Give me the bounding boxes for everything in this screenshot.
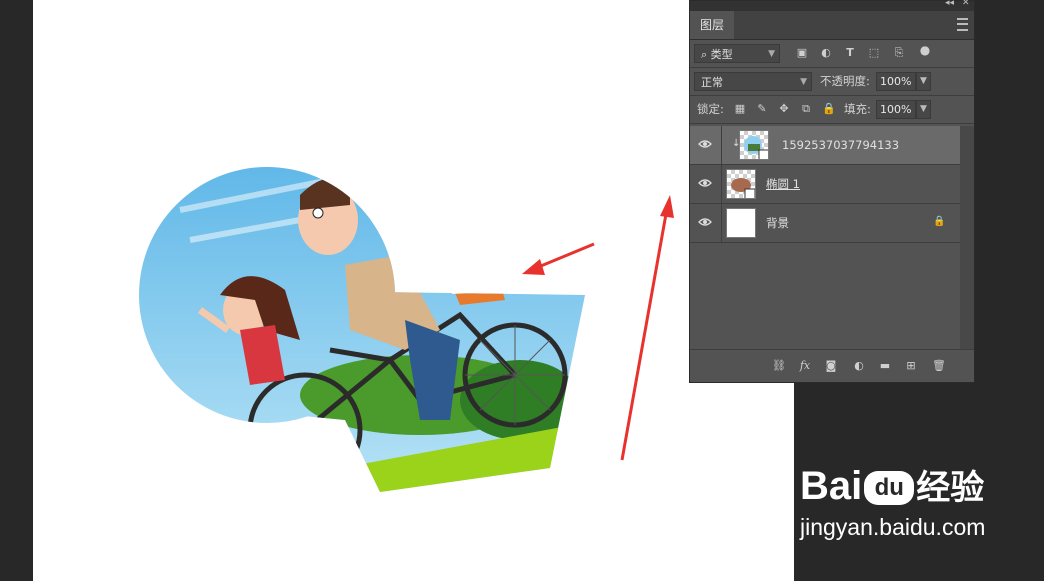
chevron-down-icon: ▼	[800, 77, 807, 87]
filter-kind-select[interactable]: ⌕ 类型 ▼	[694, 44, 780, 63]
lock-position-icon[interactable]: ✥	[778, 103, 790, 115]
lock-paint-icon[interactable]: ✎	[756, 103, 768, 115]
fill-dropdown[interactable]: ▼	[916, 100, 931, 119]
add-mask-icon[interactable]: ◙	[824, 359, 838, 373]
watermark-brand-text: Bai	[800, 464, 863, 508]
panel-tab-row: 图层	[690, 11, 974, 40]
lock-all-icon[interactable]: 🔒	[822, 103, 836, 115]
delete-layer-icon[interactable]: 🗑	[932, 359, 946, 373]
eye-icon[interactable]	[698, 138, 712, 150]
type-filter-icon[interactable]: T	[844, 47, 856, 59]
filter-kind-label: 类型	[710, 48, 733, 61]
blend-mode-select[interactable]: 正常 ▼	[694, 72, 812, 91]
layer-row-ellipse[interactable]: 椭圆 1	[690, 165, 960, 204]
watermark-suffix: 经验	[916, 468, 985, 508]
lock-artboard-icon[interactable]: ⧉	[800, 103, 812, 115]
link-layers-icon[interactable]: ⛓	[772, 359, 786, 373]
layer-row-smart-object[interactable]: ↓ 1592537037794133	[690, 126, 960, 165]
layer-name[interactable]: 1592537037794133	[782, 126, 899, 164]
blend-row: 正常 ▼ 不透明度: 100% ▼	[690, 68, 974, 96]
fill-field[interactable]: 100%	[876, 100, 916, 119]
blend-mode-label: 正常	[701, 76, 723, 89]
eye-icon[interactable]	[698, 216, 712, 228]
baidu-paw-logo: du	[864, 471, 915, 506]
baidu-watermark: Bai du 经验 jingyan.baidu.com	[800, 466, 985, 540]
layer-thumbnail	[739, 130, 769, 160]
layer-row-background[interactable]: 背景 🔒	[690, 204, 960, 243]
panel-menu-icon[interactable]	[957, 18, 968, 31]
search-icon: ⌕	[701, 48, 711, 61]
filter-toggle-icon[interactable]: ●	[919, 44, 931, 56]
layer-thumbnail	[726, 208, 756, 238]
clipped-illustration[interactable]	[0, 0, 794, 581]
panel-titlebar: ◂◂ ✕	[690, 0, 974, 11]
lock-label: 锁定:	[697, 102, 724, 116]
layers-scrollbar[interactable]	[960, 126, 974, 350]
close-icon[interactable]: ✕	[962, 0, 970, 8]
opacity-field[interactable]: 100%	[876, 72, 916, 91]
opacity-dropdown[interactable]: ▼	[916, 72, 931, 91]
panel-bottom-toolbar: ⛓ fx ◙ ◐ ▬ ⊞ 🗑	[690, 349, 974, 382]
fill-label: 填充:	[844, 102, 871, 116]
smart-object-filter-icon[interactable]: ⎘	[893, 47, 905, 59]
new-group-icon[interactable]: ▬	[878, 359, 892, 373]
watermark-url: jingyan.baidu.com	[800, 514, 986, 540]
adjustment-layer-icon[interactable]: ◐	[852, 359, 866, 373]
lock-row: 锁定: ▦ ✎ ✥ ⧉ 🔒 填充: 100% ▼	[690, 96, 974, 124]
tab-layers[interactable]: 图层	[690, 11, 734, 39]
filter-row: ⌕ 类型 ▼ ▣ ◐ T ⬚ ⎘ ●	[690, 40, 974, 68]
lock-icon: 🔒	[933, 216, 946, 227]
image-filter-icon[interactable]: ▣	[796, 47, 808, 59]
chevron-down-icon: ▼	[768, 49, 775, 59]
watermark-brand: Bai du 经验	[800, 466, 985, 508]
layers-panel: ◂◂ ✕ 图层 ⌕ 类型 ▼ ▣ ◐ T ⬚ ⎘ ● 正常 ▼ 不透明度: 10…	[689, 0, 975, 383]
fx-icon[interactable]: fx	[798, 359, 812, 373]
new-layer-icon[interactable]: ⊞	[904, 359, 918, 373]
layer-name[interactable]: 椭圆 1	[766, 165, 800, 203]
collapse-icon[interactable]: ◂◂	[945, 0, 954, 8]
adjustment-filter-icon[interactable]: ◐	[820, 47, 832, 59]
layer-thumbnail	[726, 169, 756, 199]
eye-icon[interactable]	[698, 177, 712, 189]
opacity-label: 不透明度:	[820, 74, 870, 88]
shape-filter-icon[interactable]: ⬚	[868, 47, 880, 59]
layer-name[interactable]: 背景	[766, 204, 789, 242]
layers-list: ↓ 1592537037794133 椭圆 1 背景 🔒	[690, 126, 960, 350]
lock-transparent-icon[interactable]: ▦	[734, 103, 746, 115]
